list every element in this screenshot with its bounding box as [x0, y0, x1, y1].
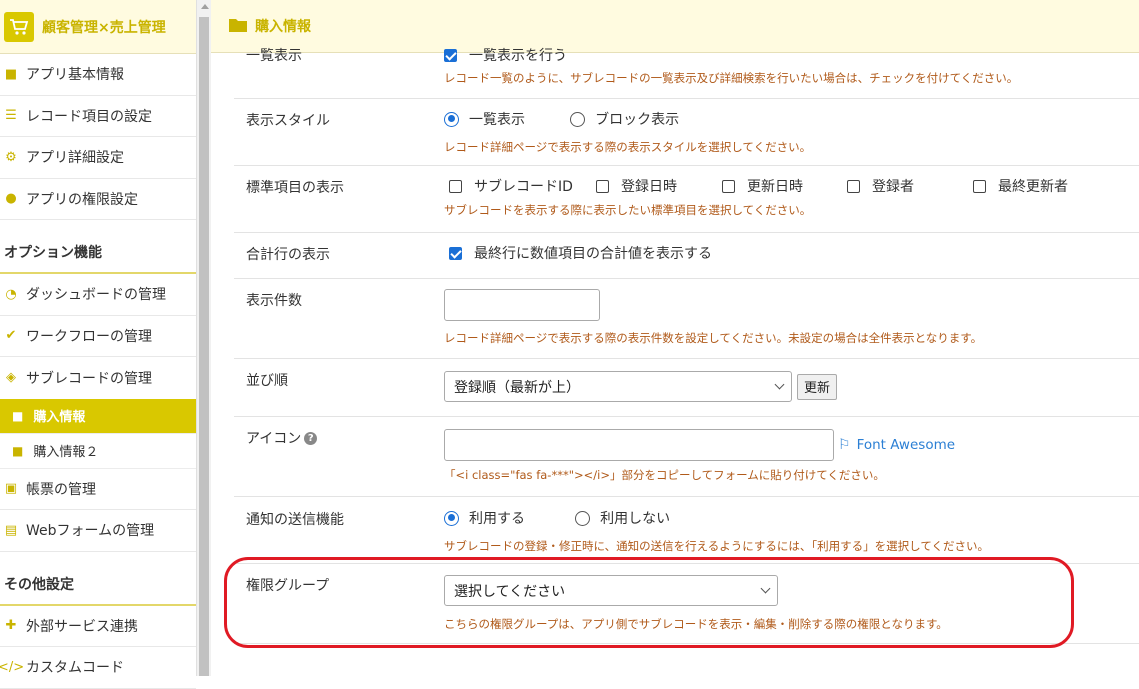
- row-label: 表示スタイル: [246, 113, 330, 129]
- list-display-checkbox[interactable]: 一覧表示を行う: [444, 45, 567, 65]
- notify-enable-radio[interactable]: 利用する: [444, 508, 525, 528]
- update-button[interactable]: 更新: [797, 373, 838, 400]
- row-label: 並び順: [246, 373, 288, 389]
- cart-icon: [4, 11, 34, 42]
- notify-disable-radio[interactable]: 利用しない: [575, 508, 670, 528]
- sidebar-item-subrecord[interactable]: ◈ サブレコードの管理: [0, 357, 196, 399]
- help-text: レコード詳細ページで表示する際の表示件数を設定してください。未設定の場合は全件表…: [444, 331, 983, 345]
- help-text: サブレコードの登録・修正時に、通知の送信を行えるようにするには、「利用する」を選…: [444, 538, 989, 553]
- chevron-down-icon: [774, 379, 785, 390]
- folder-icon: [229, 17, 247, 36]
- row-total: 合計行の表示 最終行に数値項目の合計値を表示する: [234, 233, 1139, 279]
- sidebar-item-label: ダッシュボードの管理: [26, 287, 166, 304]
- user-check-icon: ✔: [5, 328, 17, 344]
- sidebar-item-basic-info[interactable]: ■ アプリ基本情報: [0, 54, 196, 96]
- sidebar: 顧客管理×売上管理 ■ アプリ基本情報 ☰ レコード項目の設定 ⚙ アプリ詳細設…: [0, 0, 196, 689]
- sidebar-item-label: カスタムコード: [26, 660, 124, 677]
- created-at-checkbox[interactable]: 登録日時: [596, 176, 677, 196]
- sidebar-item-workflow[interactable]: ✔ ワークフローの管理: [0, 316, 196, 357]
- sidebar-subitem-purchase-info[interactable]: ■ 購入情報: [0, 398, 196, 434]
- sidebar-subitem-label: 購入情報: [33, 410, 86, 425]
- row-sort-order: 並び順 登録順（最新が上） 更新: [234, 359, 1139, 417]
- sidebar-item-label: アプリの権限設定: [26, 191, 138, 208]
- folder-icon: ■: [12, 443, 24, 458]
- style-block-radio[interactable]: ブロック表示: [570, 109, 679, 129]
- main-content: 購入情報 一覧表示 一覧表示を行う レコード一覧のように、サブレコードの一覧表示…: [211, 0, 1139, 676]
- scroll-up-icon[interactable]: [201, 4, 209, 9]
- row-label: 表示件数: [246, 293, 302, 309]
- puzzle-icon: ✚: [5, 618, 17, 634]
- code-icon: </>: [0, 659, 25, 675]
- row-notification: 通知の送信機能 利用する 利用しない サブレコードの登録・修正時に、通知の送信を…: [234, 497, 1139, 564]
- layers-icon: ◈: [6, 370, 16, 386]
- sidebar-item-webform[interactable]: ▤ Webフォームの管理: [0, 510, 196, 552]
- sidebar-item-label: Webフォームの管理: [26, 523, 155, 540]
- row-display-style: 表示スタイル 一覧表示 ブロック表示 レコード詳細ページで表示する際の表示スタイ…: [234, 99, 1139, 166]
- scrollbar-thumb[interactable]: [199, 17, 209, 676]
- sidebar-item-external-services[interactable]: ✚ 外部サービス連携: [0, 606, 196, 647]
- gear-icon: ⚙: [5, 149, 17, 165]
- settings-form: 一覧表示 一覧表示を行う レコード一覧のように、サブレコードの一覧表示及び詳細検…: [234, 48, 1139, 644]
- folder-icon: ■: [12, 408, 24, 423]
- row-icon: アイコン ? ⚐ Font Awesome 「<i class="fas fa-…: [234, 417, 1139, 497]
- sidebar-item-record-fields[interactable]: ☰ レコード項目の設定: [0, 96, 196, 137]
- user-lock-icon: ●: [5, 191, 17, 207]
- brand-header[interactable]: 顧客管理×売上管理: [0, 0, 196, 54]
- help-question-icon[interactable]: ?: [304, 431, 318, 445]
- total-row-checkbox[interactable]: 最終行に数値項目の合計値を表示する: [449, 243, 712, 263]
- sort-order-select[interactable]: 登録順（最新が上）: [444, 371, 792, 402]
- sidebar-item-label: アプリ基本情報: [26, 67, 124, 84]
- sidebar-item-label: ワークフローの管理: [26, 328, 152, 345]
- row-display-count: 表示件数 レコード詳細ページで表示する際の表示件数を設定してください。未設定の場…: [234, 279, 1139, 359]
- options-section-title: オプション機能: [0, 220, 196, 274]
- created-by-checkbox[interactable]: 登録者: [847, 176, 914, 196]
- help-text: 「<i class="fas fa-***"></i>」部分をコピーしてフォーム…: [444, 468, 885, 482]
- page-title: 購入情報: [255, 19, 311, 35]
- app-title: 顧客管理×売上管理: [42, 19, 166, 36]
- row-label: アイコン ?: [246, 428, 318, 448]
- sidebar-item-label: 外部サービス連携: [26, 618, 138, 635]
- excel-icon: ▣: [4, 481, 18, 497]
- row-label: 標準項目の表示: [246, 180, 344, 196]
- sidebar-item-permissions[interactable]: ● アプリの権限設定: [0, 179, 196, 220]
- font-awesome-link[interactable]: ⚐ Font Awesome: [838, 437, 955, 453]
- chevron-down-icon: [760, 583, 771, 594]
- row-standard-fields: 標準項目の表示 サブレコードID 登録日時 更新日時 登録者 最終更新者 サブレ…: [234, 166, 1139, 233]
- sidebar-item-dashboard[interactable]: ◔ ダッシュボードの管理: [0, 274, 196, 316]
- help-text: レコード詳細ページで表示する際の表示スタイルを選択してください。: [444, 139, 812, 154]
- row-label: 一覧表示: [246, 48, 302, 64]
- help-text: サブレコードを表示する際に表示したい標準項目を選択してください。: [444, 203, 812, 217]
- updated-by-checkbox[interactable]: 最終更新者: [973, 176, 1068, 196]
- other-section-title: その他設定: [0, 552, 196, 606]
- icon-class-input[interactable]: [444, 429, 834, 461]
- sidebar-subitem-label: 購入情報２: [33, 445, 99, 460]
- row-permission-group: 権限グループ 選択してください こちらの権限グループは、アプリ側でサブレコードを…: [234, 564, 1139, 644]
- row-label: 権限グループ: [246, 578, 330, 594]
- permission-group-select[interactable]: 選択してください: [444, 575, 778, 606]
- form-icon: ▤: [4, 522, 18, 538]
- list-icon: ☰: [5, 108, 17, 124]
- sidebar-item-label: アプリ詳細設定: [26, 150, 124, 167]
- info-icon: ■: [4, 66, 18, 82]
- row-list-display: 一覧表示 一覧表示を行う レコード一覧のように、サブレコードの一覧表示及び詳細検…: [234, 48, 1139, 99]
- sidebar-scrollbar[interactable]: [196, 0, 211, 676]
- sidebar-item-custom-code[interactable]: </> カスタムコード: [0, 647, 196, 689]
- help-text: レコード一覧のように、サブレコードの一覧表示及び詳細検索を行いたい場合は、チェッ…: [444, 70, 1019, 85]
- sidebar-item-app-detail[interactable]: ⚙ アプリ詳細設定: [0, 137, 196, 179]
- subrecord-id-checkbox[interactable]: サブレコードID: [449, 176, 573, 196]
- updated-at-checkbox[interactable]: 更新日時: [722, 176, 803, 196]
- sidebar-subitem-purchase-info-2[interactable]: ■ 購入情報２: [0, 434, 196, 469]
- display-count-input[interactable]: [444, 289, 600, 321]
- sidebar-item-label: サブレコードの管理: [26, 370, 152, 387]
- row-label: 通知の送信機能: [246, 512, 344, 528]
- flag-icon: ⚐: [838, 437, 851, 453]
- dashboard-icon: ◔: [5, 286, 17, 302]
- sidebar-item-label: 帳票の管理: [26, 481, 96, 498]
- help-text: こちらの権限グループは、アプリ側でサブレコードを表示・編集・削除する際の権限とな…: [444, 617, 948, 631]
- sidebar-item-reports[interactable]: ▣ 帳票の管理: [0, 469, 196, 510]
- sidebar-item-label: レコード項目の設定: [26, 108, 152, 125]
- style-list-radio[interactable]: 一覧表示: [444, 109, 525, 129]
- row-label: 合計行の表示: [246, 247, 330, 263]
